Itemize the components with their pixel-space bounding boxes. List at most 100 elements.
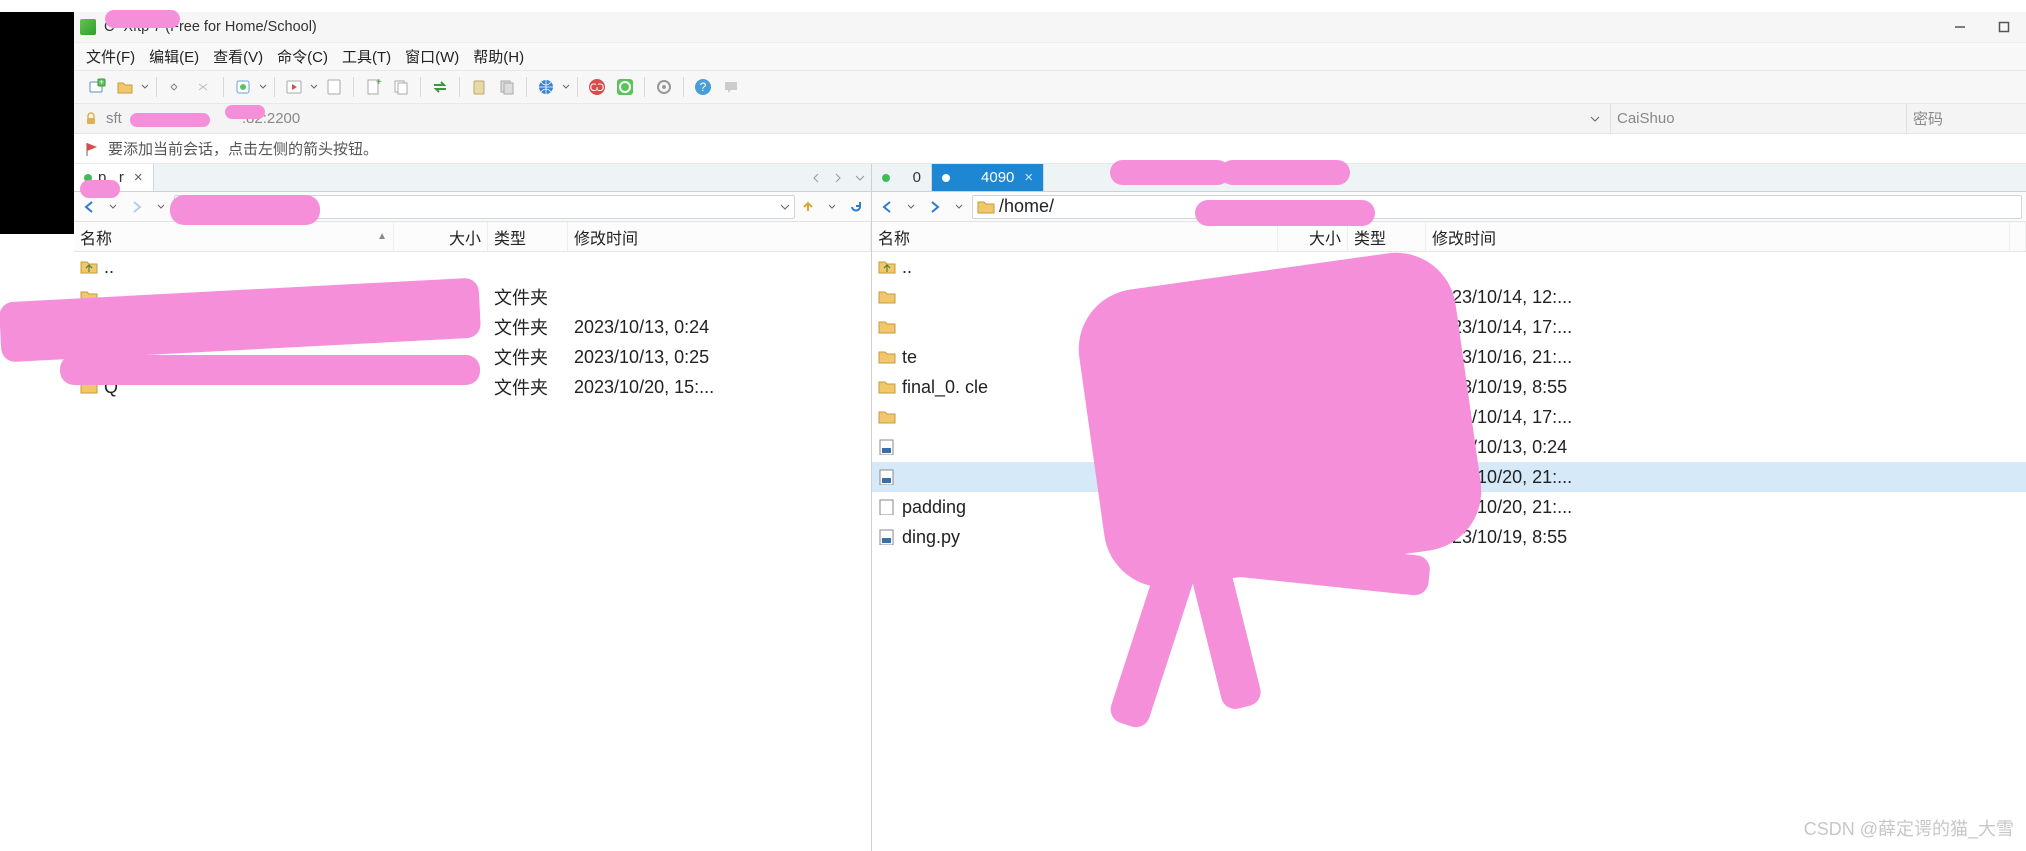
col-modified[interactable]: 修改时间	[568, 222, 871, 251]
reconnect-icon[interactable]	[163, 74, 189, 100]
refresh-button[interactable]	[845, 195, 867, 219]
wo-icon[interactable]	[612, 74, 638, 100]
file-row[interactable]: 文件夹2023/10/13, 0:24	[74, 312, 871, 342]
disconnect-icon[interactable]	[191, 74, 217, 100]
menu-view[interactable]: 查看(V)	[213, 46, 263, 67]
remote-tab-2[interactable]: 4090 ×	[932, 164, 1044, 191]
globe-dropdown[interactable]	[561, 83, 571, 91]
play-dropdown[interactable]	[309, 83, 319, 91]
file-name-cell: Q	[74, 377, 394, 398]
local-path-field[interactable]: I:\	[174, 195, 795, 219]
file-type-cell: PY 文件	[1348, 464, 1426, 490]
file-row[interactable]: 文件夹2023/10/14, 17:...	[872, 402, 2026, 432]
address-password-field[interactable]: 密码	[1906, 104, 2026, 133]
globe-icon[interactable]	[533, 74, 559, 100]
col-size[interactable]: 大小	[394, 222, 488, 251]
col-modified[interactable]: 修改时间	[1426, 222, 2010, 251]
window-maximize-button[interactable]	[1982, 12, 2026, 42]
file-row[interactable]: final_0. cle文件夹2023/10/19, 8:55	[872, 372, 2026, 402]
tab-scroll-left[interactable]	[805, 164, 827, 191]
remote-path-field[interactable]: /home/	[972, 195, 2022, 219]
hint-text: 要添加当前会话，点击左侧的箭头按钮。	[108, 138, 378, 159]
remote-file-list[interactable]: ..文件夹2023/10/14, 12:...文件夹2023/10/14, 17…	[872, 252, 2026, 851]
svg-text:+: +	[99, 78, 104, 87]
remote-tab-1[interactable]: 0	[872, 164, 932, 191]
session-props-icon[interactable]	[230, 74, 256, 100]
file-row[interactable]: ..	[872, 252, 2026, 282]
nav-forward-dropdown[interactable]	[948, 195, 970, 219]
nav-back-button[interactable]	[876, 195, 898, 219]
session-props-dropdown[interactable]	[258, 83, 268, 91]
close-icon[interactable]: ×	[134, 169, 143, 186]
file-name-cell: ..	[872, 257, 1278, 278]
nav-back-dropdown[interactable]	[102, 195, 124, 219]
col-type[interactable]: 类型	[1348, 222, 1426, 251]
file-row[interactable]: 文件夹	[74, 282, 871, 312]
local-tab-label: p r	[98, 169, 124, 186]
address-username-field[interactable]: CaiShuo	[1610, 104, 1906, 133]
local-path-text: I:\	[201, 196, 216, 217]
settings-gear-icon[interactable]	[651, 74, 677, 100]
address-host-field[interactable]: sft xxxxxxxxxxxxxxxx .82:2200	[104, 110, 1610, 127]
nav-back-button[interactable]	[78, 195, 100, 219]
address-host-dropdown[interactable]	[1586, 114, 1604, 124]
menu-edit[interactable]: 编辑(E)	[149, 46, 199, 67]
tab-scroll-right[interactable]	[827, 164, 849, 191]
nav-back-dropdown[interactable]	[900, 195, 922, 219]
col-size[interactable]: 大小	[1278, 222, 1348, 251]
col-type[interactable]: 类型	[488, 222, 568, 251]
status-dot-icon	[942, 174, 950, 182]
close-icon[interactable]: ×	[1024, 169, 1033, 186]
nav-forward-dropdown[interactable]	[150, 195, 172, 219]
menu-tools[interactable]: 工具(T)	[342, 46, 391, 67]
file-modified-cell: 2023/10/13, 0:24	[1426, 437, 2026, 458]
open-session-dropdown[interactable]	[140, 83, 150, 91]
address-url-suffix: .82:2200	[242, 110, 300, 127]
file-modified-cell: 2023/10/16, 21:...	[1426, 347, 2026, 368]
file-row[interactable]: ding.py15KBPY 文件2023/10/19, 8:55	[872, 522, 2026, 552]
paste-icon[interactable]	[466, 74, 492, 100]
sync-icon[interactable]	[427, 74, 453, 100]
file-row[interactable]: 文件夹2023/10/13, 0:25	[74, 342, 871, 372]
chat-icon[interactable]	[718, 74, 744, 100]
new-session-icon[interactable]: +	[84, 74, 110, 100]
col-name[interactable]: 名称	[872, 222, 1278, 251]
col-attr[interactable]	[2010, 222, 2026, 251]
open-session-icon[interactable]	[112, 74, 138, 100]
play-icon[interactable]	[281, 74, 307, 100]
file-row[interactable]: Q文件夹2023/10/20, 15:...	[74, 372, 871, 402]
menu-window[interactable]: 窗口(W)	[405, 46, 459, 67]
file-name-cell: ding.py	[872, 527, 1278, 548]
file-row[interactable]: 403 B...PY 文件2023/10/13, 0:24	[872, 432, 2026, 462]
file-name-cell: padding	[872, 497, 1278, 518]
tab-list-dropdown[interactable]	[849, 164, 871, 191]
file-row[interactable]: 文件夹2023/10/14, 17:...	[872, 312, 2026, 342]
window-minimize-button[interactable]	[1938, 12, 1982, 42]
nav-forward-button[interactable]	[924, 195, 946, 219]
nav-up-dropdown[interactable]	[821, 195, 843, 219]
stack-icon[interactable]	[494, 74, 520, 100]
local-tab[interactable]: p r ×	[74, 164, 154, 191]
local-tab-row: p r ×	[74, 164, 871, 192]
help-icon[interactable]: ?	[690, 74, 716, 100]
menu-file[interactable]: 文件(F)	[86, 46, 135, 67]
file-name-cell	[872, 469, 1278, 485]
path-dropdown-icon[interactable]	[776, 202, 794, 212]
address-username-value: CaiShuo	[1617, 110, 1675, 127]
file-row[interactable]: ..	[74, 252, 871, 282]
nav-forward-button[interactable]	[126, 195, 148, 219]
address-book-icon[interactable]	[321, 74, 347, 100]
copy-icon[interactable]	[388, 74, 414, 100]
nav-up-button[interactable]	[797, 195, 819, 219]
file-row[interactable]: padding97 Byt...文件2023/10/20, 21:...	[872, 492, 2026, 522]
file-row[interactable]: te文件夹2023/10/16, 21:...	[872, 342, 2026, 372]
menu-command[interactable]: 命令(C)	[277, 46, 328, 67]
new-file-icon[interactable]: +	[360, 74, 386, 100]
file-row[interactable]: 文件夹2023/10/14, 12:...	[872, 282, 2026, 312]
local-file-list[interactable]: ..文件夹文件夹2023/10/13, 0:24文件夹2023/10/13, 0…	[74, 252, 871, 851]
file-row[interactable]: 15KBPY 文件2023/10/20, 21:...	[872, 462, 2026, 492]
ws-icon[interactable]: Ѡ	[584, 74, 610, 100]
menu-help[interactable]: 帮助(H)	[473, 46, 524, 67]
file-type-cell: 文件夹	[488, 284, 568, 310]
col-name[interactable]: 名称▲	[74, 222, 394, 251]
